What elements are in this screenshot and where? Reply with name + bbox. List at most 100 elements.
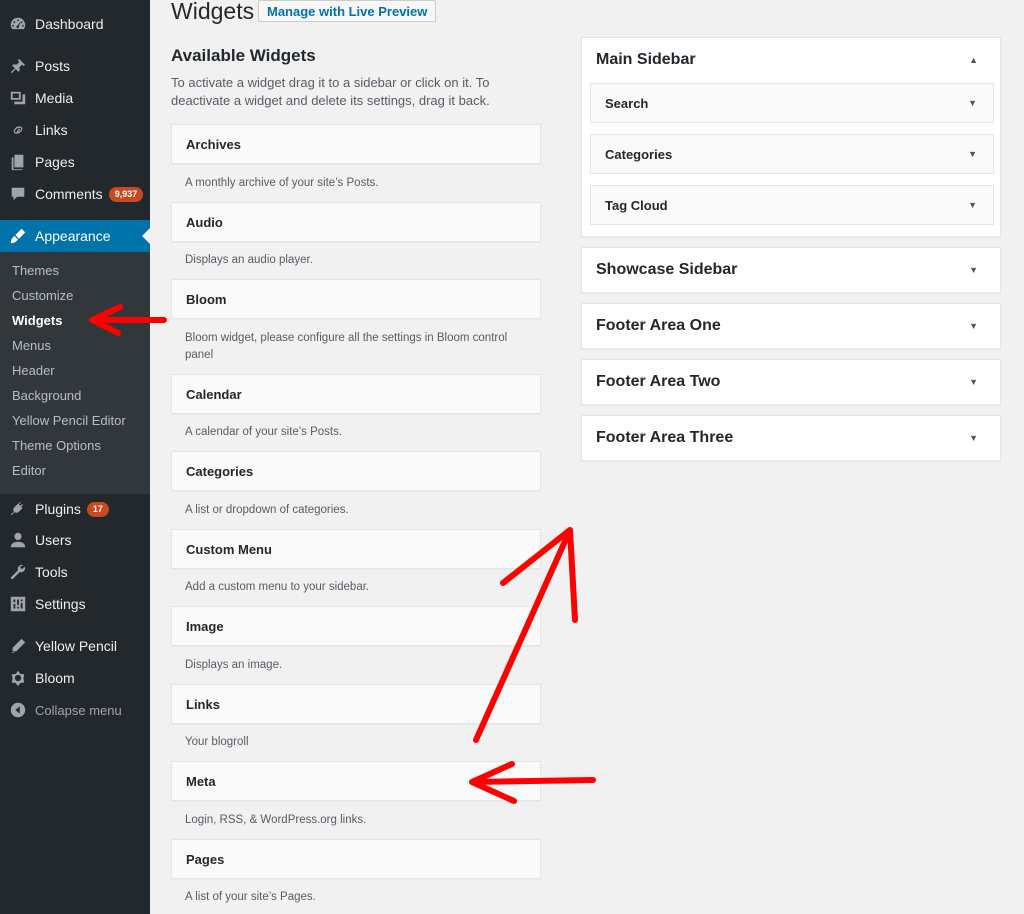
menu-item-label: Appearance xyxy=(35,228,111,244)
menu-item-label: Yellow Pencil xyxy=(35,638,117,654)
appearance-submenu: Themes Customize Widgets Menus Header Ba… xyxy=(0,252,150,494)
widget-description: Displays an audio player. xyxy=(185,254,313,266)
link-icon xyxy=(9,121,27,139)
widget-description: A monthly archive of your site’s Posts. xyxy=(185,177,379,189)
widget-links[interactable]: Links xyxy=(171,684,541,724)
widget-bloom[interactable]: Bloom xyxy=(171,279,541,319)
widget-archives[interactable]: Archives xyxy=(171,124,541,164)
menu-item-comments[interactable]: Comments 9,937 xyxy=(0,178,150,210)
menu-item-label: Tools xyxy=(35,564,68,580)
menu-item-users[interactable]: Users xyxy=(0,524,150,556)
sidebar-area-title: Showcase Sidebar xyxy=(596,261,738,278)
menu-item-label: Users xyxy=(35,532,72,548)
collapse-icon xyxy=(9,701,27,719)
submenu-item-editor[interactable]: Editor xyxy=(12,463,46,478)
submenu-item-customize[interactable]: Customize xyxy=(12,288,73,303)
menu-item-label: Settings xyxy=(35,596,86,612)
submenu-item-widgets[interactable]: Widgets xyxy=(12,313,62,328)
manage-live-preview-button[interactable]: Manage with Live Preview xyxy=(258,0,437,22)
widget-description: A list of your site’s Pages. xyxy=(185,891,316,903)
menu-item-label: Plugins xyxy=(35,501,81,517)
submenu-item-background[interactable]: Background xyxy=(12,388,81,403)
sidebar-area-title: Footer Area Three xyxy=(596,429,734,446)
user-icon xyxy=(9,531,27,549)
submenu-item-menus[interactable]: Menus xyxy=(12,338,51,353)
menu-item-settings[interactable]: Settings xyxy=(0,588,150,620)
expand-triangle-down-icon[interactable]: ▼ xyxy=(969,377,978,387)
widget-description: Your blogroll xyxy=(185,736,249,748)
sidebar-widget-label: Categories xyxy=(605,146,673,162)
settings-icon xyxy=(9,595,27,613)
sidebar-widget-search[interactable]: Search ▼ xyxy=(590,83,994,123)
menu-item-posts[interactable]: Posts xyxy=(0,50,150,82)
menu-item-media[interactable]: Media xyxy=(0,82,150,114)
submenu-item-theme-options[interactable]: Theme Options xyxy=(12,438,101,453)
widget-image[interactable]: Image xyxy=(171,606,541,646)
menu-item-label: Bloom xyxy=(35,670,75,686)
sidebar-widget-label: Search xyxy=(605,95,649,111)
expand-triangle-down-icon[interactable]: ▼ xyxy=(968,149,977,159)
widget-description: A list or dropdown of categories. xyxy=(185,504,349,516)
widget-custom-menu[interactable]: Custom Menu xyxy=(171,529,541,569)
expand-triangle-down-icon[interactable]: ▼ xyxy=(968,200,977,210)
widget-calendar[interactable]: Calendar xyxy=(171,374,541,414)
admin-menu: Dashboard Posts Media Links Pages Commen… xyxy=(0,0,150,914)
footer-area-three[interactable]: Footer Area Three ▼ xyxy=(581,415,1001,461)
page-icon xyxy=(9,153,27,171)
brush-icon xyxy=(9,227,27,245)
footer-area-two[interactable]: Footer Area Two ▼ xyxy=(581,359,1001,405)
bloom-icon xyxy=(9,669,27,687)
wrench-icon xyxy=(9,563,27,581)
available-widgets-description: To activate a widget drag it to a sideba… xyxy=(171,75,490,108)
comments-count-badge: 9,937 xyxy=(108,186,144,202)
expand-triangle-down-icon[interactable]: ▼ xyxy=(969,265,978,275)
pencil-icon xyxy=(9,637,27,655)
pin-icon xyxy=(9,57,27,75)
menu-item-links[interactable]: Links xyxy=(0,114,150,146)
menu-item-tools[interactable]: Tools xyxy=(0,556,150,588)
footer-area-one[interactable]: Footer Area One ▼ xyxy=(581,303,1001,349)
sidebar-widget-label: Tag Cloud xyxy=(605,197,668,213)
collapse-menu-button[interactable]: Collapse menu xyxy=(0,694,150,726)
menu-item-pages[interactable]: Pages xyxy=(0,146,150,178)
menu-item-label: Posts xyxy=(35,58,71,74)
widget-meta[interactable]: Meta xyxy=(171,761,541,801)
expand-triangle-down-icon[interactable]: ▼ xyxy=(969,321,978,331)
expand-triangle-down-icon[interactable]: ▼ xyxy=(969,433,978,443)
expand-triangle-down-icon[interactable]: ▼ xyxy=(968,98,977,108)
submenu-item-themes[interactable]: Themes xyxy=(12,263,59,278)
plugin-icon xyxy=(9,500,27,518)
plugins-count-badge: 17 xyxy=(86,501,109,517)
menu-item-bloom[interactable]: Bloom xyxy=(0,662,150,694)
sidebar-area-title: Footer Area One xyxy=(596,317,721,334)
page-title: Widgets xyxy=(171,0,255,24)
sidebar-area-title: Main Sidebar xyxy=(596,51,696,68)
widget-audio[interactable]: Audio xyxy=(171,202,541,242)
sidebar-area-title: Footer Area Two xyxy=(596,373,721,390)
media-icon xyxy=(9,89,27,107)
menu-item-appearance[interactable]: Appearance xyxy=(0,220,150,252)
menu-item-dashboard[interactable]: Dashboard xyxy=(0,8,150,40)
menu-item-label: Collapse menu xyxy=(35,702,122,718)
widget-description: Bloom widget, please configure all the s… xyxy=(185,332,508,361)
menu-item-label: Comments xyxy=(35,186,103,202)
showcase-sidebar-area[interactable]: Showcase Sidebar ▼ xyxy=(581,247,1001,293)
menu-item-label: Links xyxy=(35,122,68,138)
main-sidebar-header[interactable]: Main Sidebar ▲ xyxy=(582,38,1000,82)
widget-description: Login, RSS, & WordPress.org links. xyxy=(185,814,367,826)
menu-item-yellow-pencil[interactable]: Yellow Pencil xyxy=(0,630,150,662)
menu-item-label: Dashboard xyxy=(35,16,104,32)
submenu-item-header[interactable]: Header xyxy=(12,363,55,378)
widget-pages[interactable]: Pages xyxy=(171,839,541,879)
widget-description: A calendar of your site’s Posts. xyxy=(185,426,343,438)
sidebar-widget-categories[interactable]: Categories ▼ xyxy=(590,134,994,174)
widget-categories[interactable]: Categories xyxy=(171,451,541,491)
dashboard-icon xyxy=(9,15,27,33)
sidebar-widget-tag-cloud[interactable]: Tag Cloud ▼ xyxy=(590,185,994,225)
menu-item-label: Pages xyxy=(35,154,75,170)
available-widgets-title: Available Widgets xyxy=(171,46,316,65)
collapse-triangle-up-icon[interactable]: ▲ xyxy=(969,55,978,65)
widget-description: Displays an image. xyxy=(185,659,283,671)
submenu-item-yellow-pencil-editor[interactable]: Yellow Pencil Editor xyxy=(12,413,126,428)
menu-item-plugins[interactable]: Plugins 17 xyxy=(0,493,150,525)
